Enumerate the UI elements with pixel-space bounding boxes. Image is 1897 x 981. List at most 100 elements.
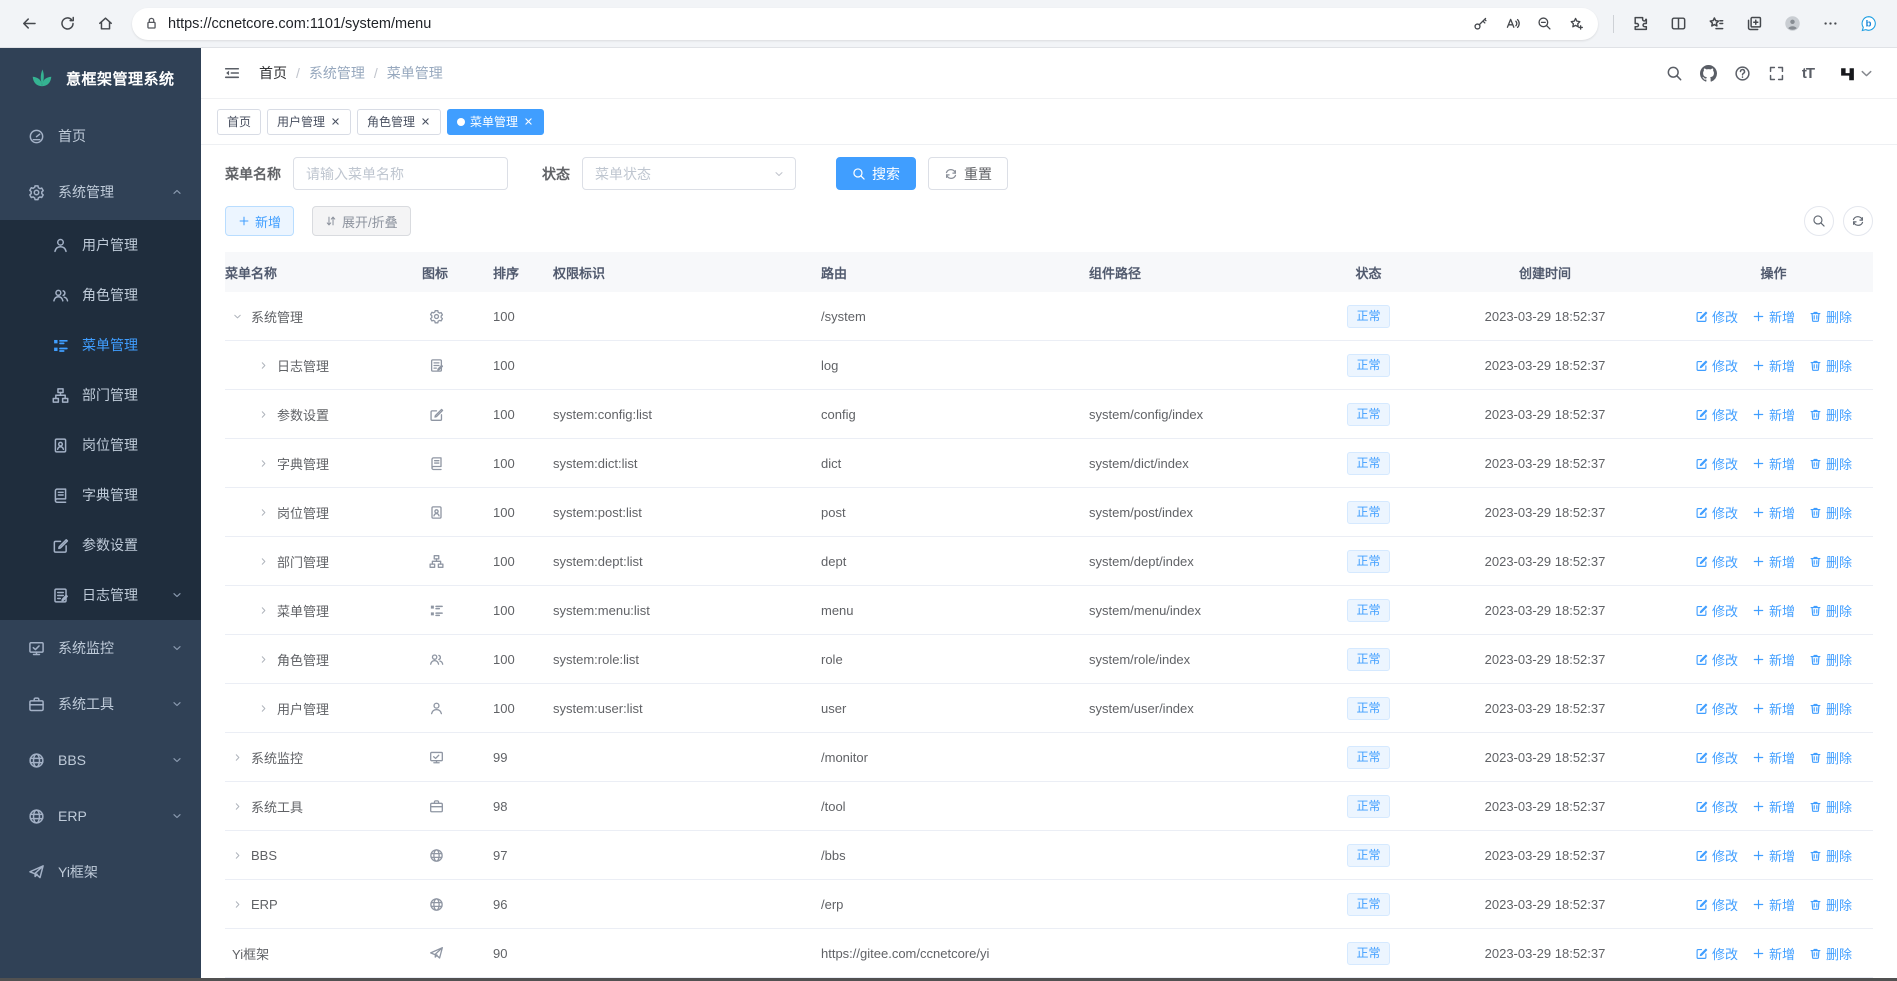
edit-link[interactable]: 修改 — [1695, 699, 1738, 718]
add-link[interactable]: 新增 — [1752, 356, 1795, 375]
add-link[interactable]: 新增 — [1752, 699, 1795, 718]
search-button[interactable]: 搜索 — [836, 157, 916, 190]
expand-icon[interactable] — [258, 605, 269, 616]
expand-icon[interactable] — [232, 899, 243, 910]
delete-link[interactable]: 删除 — [1809, 846, 1852, 865]
sidebar-item-role[interactable]: 角色管理 — [0, 270, 201, 320]
expand-collapse-button[interactable]: 展开/折叠 — [312, 206, 411, 236]
favorites-icon[interactable] — [1699, 7, 1733, 41]
delete-link[interactable]: 删除 — [1809, 552, 1852, 571]
close-icon[interactable] — [420, 116, 431, 127]
show-search-button[interactable] — [1804, 206, 1834, 236]
sidebar-item-tool[interactable]: 系统工具 — [0, 676, 201, 732]
extensions-icon[interactable] — [1623, 7, 1657, 41]
sidebar-item-log[interactable]: 日志管理 — [0, 570, 201, 620]
sidebar-item-dept[interactable]: 部门管理 — [0, 370, 201, 420]
add-link[interactable]: 新增 — [1752, 797, 1795, 816]
expand-icon[interactable] — [232, 752, 243, 763]
edit-link[interactable]: 修改 — [1695, 846, 1738, 865]
sidebar-item-bbs[interactable]: BBS — [0, 732, 201, 788]
reset-button[interactable]: 重置 — [928, 157, 1008, 190]
edit-link[interactable]: 修改 — [1695, 601, 1738, 620]
sidebar-item-erp[interactable]: ERP — [0, 788, 201, 844]
more-icon[interactable] — [1813, 7, 1847, 41]
tab[interactable]: 用户管理 — [267, 108, 352, 135]
expand-icon[interactable] — [258, 360, 269, 371]
add-link[interactable]: 新增 — [1752, 552, 1795, 571]
edit-link[interactable]: 修改 — [1695, 944, 1738, 963]
menu-name-input[interactable] — [293, 157, 508, 190]
split-screen-icon[interactable] — [1661, 7, 1695, 41]
add-link[interactable]: 新增 — [1752, 944, 1795, 963]
key-icon[interactable] — [1466, 10, 1494, 38]
add-link[interactable]: 新增 — [1752, 307, 1795, 326]
refresh-table-button[interactable] — [1843, 206, 1873, 236]
edit-link[interactable]: 修改 — [1695, 748, 1738, 767]
expand-icon[interactable] — [258, 507, 269, 518]
sidebar-item-monitor[interactable]: 系统监控 — [0, 620, 201, 676]
expand-icon[interactable] — [258, 458, 269, 469]
home-icon[interactable] — [88, 7, 122, 41]
edit-link[interactable]: 修改 — [1695, 797, 1738, 816]
fullscreen-icon[interactable] — [1768, 65, 1785, 82]
sidebar-item-dict[interactable]: 字典管理 — [0, 470, 201, 520]
delete-link[interactable]: 删除 — [1809, 405, 1852, 424]
delete-link[interactable]: 删除 — [1809, 503, 1852, 522]
expand-icon[interactable] — [232, 801, 243, 812]
edit-link[interactable]: 修改 — [1695, 650, 1738, 669]
add-link[interactable]: 新增 — [1752, 405, 1795, 424]
add-link[interactable]: 新增 — [1752, 650, 1795, 669]
sidebar-item-user[interactable]: 用户管理 — [0, 220, 201, 270]
back-icon[interactable] — [12, 7, 46, 41]
sidebar-item-home[interactable]: 首页 — [0, 108, 201, 164]
sidebar-item-post[interactable]: 岗位管理 — [0, 420, 201, 470]
edit-link[interactable]: 修改 — [1695, 552, 1738, 571]
delete-link[interactable]: 删除 — [1809, 650, 1852, 669]
sidebar-item-config[interactable]: 参数设置 — [0, 520, 201, 570]
expand-icon[interactable] — [258, 409, 269, 420]
user-avatar[interactable] — [1831, 65, 1875, 82]
sidebar-item-menu[interactable]: 菜单管理 — [0, 320, 201, 370]
read-aloud-icon[interactable] — [1498, 10, 1526, 38]
delete-link[interactable]: 删除 — [1809, 307, 1852, 326]
reload-icon[interactable] — [50, 7, 84, 41]
delete-link[interactable]: 删除 — [1809, 748, 1852, 767]
add-link[interactable]: 新增 — [1752, 454, 1795, 473]
address-bar[interactable]: https://ccnetcore.com:1101/system/menu — [132, 7, 1598, 40]
github-icon[interactable] — [1700, 65, 1717, 82]
add-link[interactable]: 新增 — [1752, 895, 1795, 914]
tab[interactable]: 菜单管理 — [447, 108, 545, 135]
expand-icon[interactable] — [258, 556, 269, 567]
delete-link[interactable]: 删除 — [1809, 797, 1852, 816]
tab[interactable]: 角色管理 — [357, 108, 442, 135]
add-link[interactable]: 新增 — [1752, 503, 1795, 522]
collections-icon[interactable] — [1737, 7, 1771, 41]
tab[interactable]: 首页 — [217, 108, 262, 135]
expand-icon[interactable] — [232, 850, 243, 861]
add-button[interactable]: 新增 — [225, 206, 295, 236]
delete-link[interactable]: 删除 — [1809, 601, 1852, 620]
edit-link[interactable]: 修改 — [1695, 405, 1738, 424]
breadcrumb-home[interactable]: 首页 — [259, 63, 287, 83]
edit-link[interactable]: 修改 — [1695, 307, 1738, 326]
url-text[interactable]: https://ccnetcore.com:1101/system/menu — [168, 16, 1466, 32]
add-favorite-icon[interactable] — [1562, 10, 1590, 38]
expand-icon[interactable] — [258, 654, 269, 665]
expand-icon[interactable] — [232, 311, 243, 322]
delete-link[interactable]: 删除 — [1809, 944, 1852, 963]
delete-link[interactable]: 删除 — [1809, 454, 1852, 473]
search-icon[interactable] — [1666, 65, 1683, 82]
help-icon[interactable] — [1734, 65, 1751, 82]
profile-avatar[interactable] — [1775, 7, 1809, 41]
edit-link[interactable]: 修改 — [1695, 356, 1738, 375]
zoom-out-icon[interactable] — [1530, 10, 1558, 38]
add-link[interactable]: 新增 — [1752, 846, 1795, 865]
add-link[interactable]: 新增 — [1752, 748, 1795, 767]
sidebar-item-system[interactable]: 系统管理 — [0, 164, 201, 220]
add-link[interactable]: 新增 — [1752, 601, 1795, 620]
close-icon[interactable] — [330, 116, 341, 127]
sidebar-item-yi[interactable]: Yi框架 — [0, 844, 201, 900]
edit-link[interactable]: 修改 — [1695, 503, 1738, 522]
delete-link[interactable]: 删除 — [1809, 895, 1852, 914]
edit-link[interactable]: 修改 — [1695, 895, 1738, 914]
